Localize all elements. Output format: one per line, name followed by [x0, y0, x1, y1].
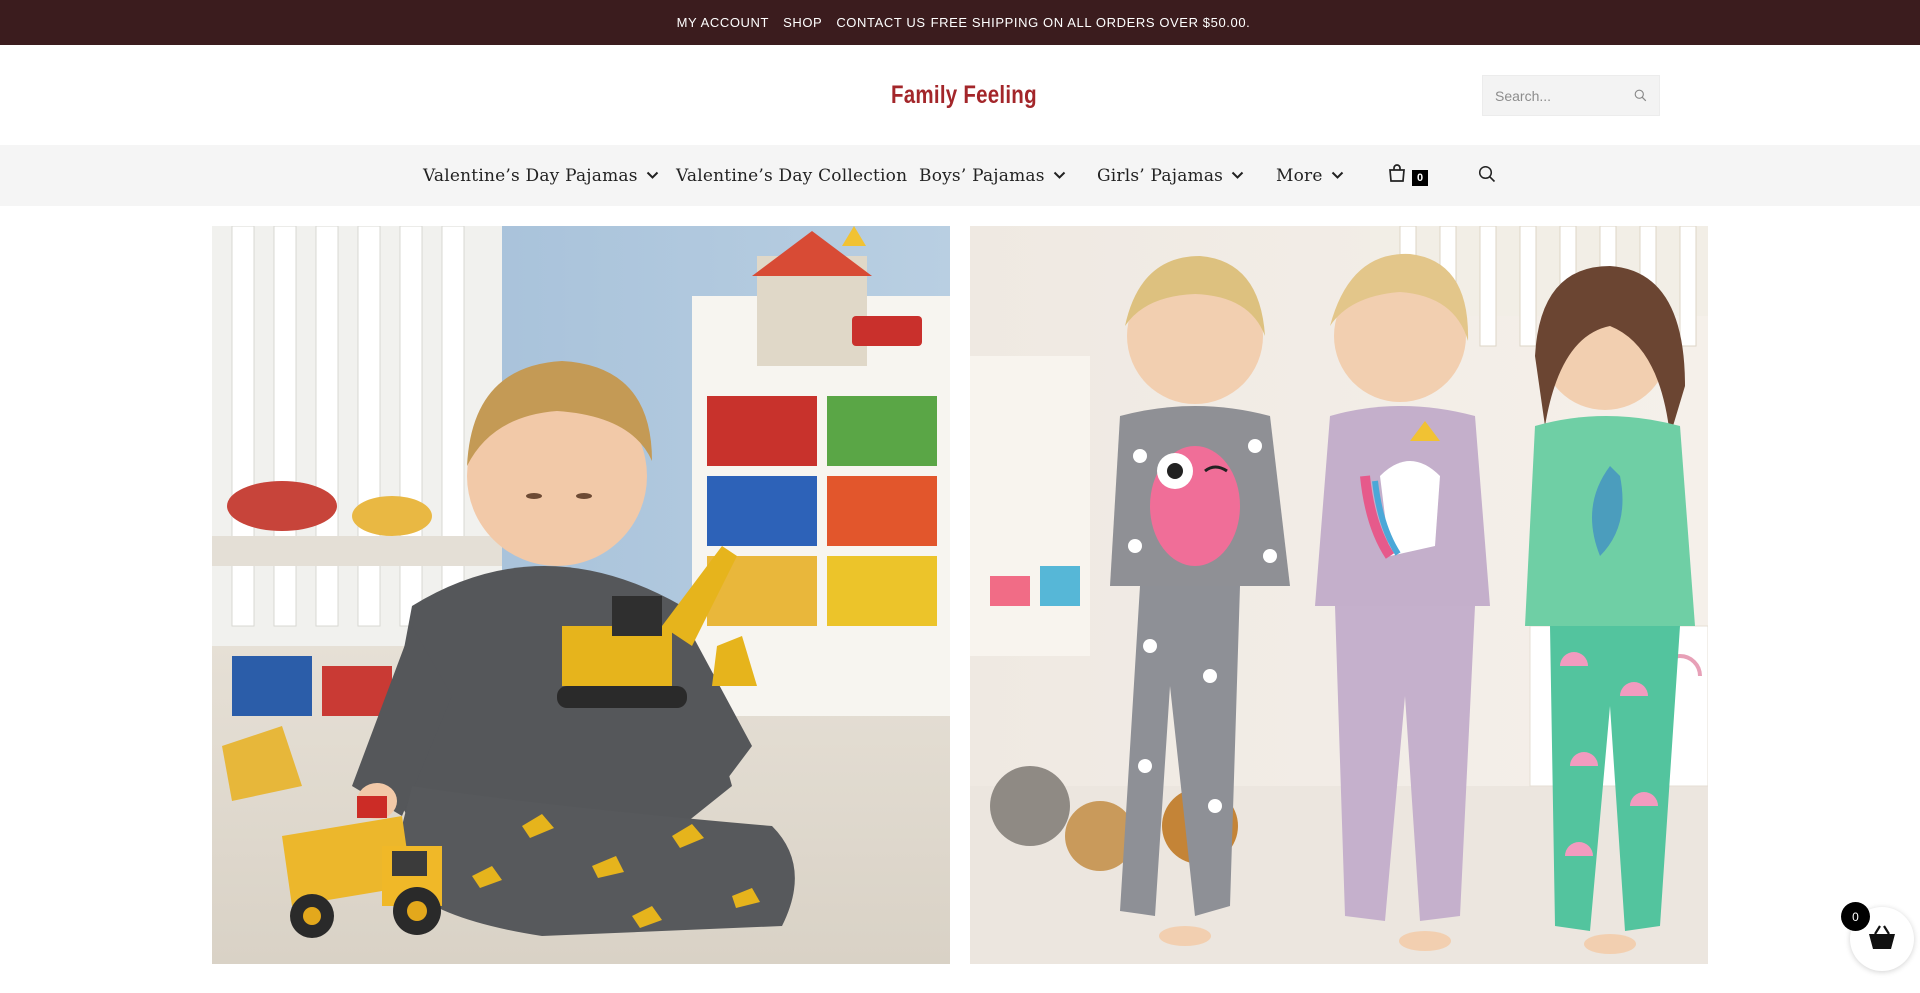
- nav-search-button[interactable]: [1478, 165, 1498, 185]
- chevron-down-icon: [1331, 171, 1344, 180]
- search-icon: [1478, 165, 1496, 187]
- search-input[interactable]: [1495, 87, 1633, 104]
- chevron-down-icon: [1053, 171, 1066, 180]
- nav-label: Valentine’s Day Collection: [676, 165, 908, 186]
- search-icon[interactable]: [1633, 89, 1647, 103]
- nav-valentines-day-collection[interactable]: Valentine’s Day Collection: [676, 145, 907, 206]
- header-search[interactable]: [1482, 75, 1660, 116]
- nav-boys-pajamas[interactable]: Boys’ Pajamas: [919, 145, 1066, 206]
- nav-label: Valentine’s Day Pajamas: [423, 165, 638, 186]
- three-girls-in-owl-unicorn-mermaid-pajamas-photo[interactable]: [970, 226, 1708, 964]
- nav-label: Girls’ Pajamas: [1097, 165, 1224, 186]
- site-header: Family Feeling: [0, 45, 1920, 145]
- boy-in-excavator-pajamas-photo[interactable]: [212, 226, 950, 964]
- nav-more[interactable]: More: [1276, 145, 1344, 206]
- shop-link[interactable]: SHOP: [783, 15, 822, 30]
- nav-cart-button[interactable]: 0: [1387, 163, 1431, 187]
- chevron-down-icon: [1231, 171, 1244, 180]
- top-announcement-bar: MY ACCOUNT SHOP CONTACT US FREE SHIPPING…: [0, 0, 1920, 45]
- cart-count-badge: 0: [1412, 170, 1428, 186]
- shopping-bag-icon: [1387, 163, 1407, 187]
- nav-valentines-day-pajamas[interactable]: Valentine’s Day Pajamas: [423, 145, 659, 206]
- nav-girls-pajamas[interactable]: Girls’ Pajamas: [1097, 145, 1244, 206]
- site-logo[interactable]: Family Feeling: [891, 81, 1037, 110]
- nav-label: More: [1276, 165, 1323, 186]
- main-navigation: Valentine’s Day Pajamas Valentine’s Day …: [0, 145, 1920, 206]
- free-shipping-promo: FREE SHIPPING ON ALL ORDERS OVER $50.00.: [930, 15, 1251, 30]
- contact-us-link[interactable]: CONTACT US: [836, 15, 925, 30]
- chevron-down-icon: [646, 171, 659, 180]
- basket-icon: [1867, 924, 1897, 954]
- floating-cart-count-badge: 0: [1841, 902, 1870, 931]
- my-account-link[interactable]: MY ACCOUNT: [677, 15, 769, 30]
- nav-label: Boys’ Pajamas: [919, 165, 1045, 186]
